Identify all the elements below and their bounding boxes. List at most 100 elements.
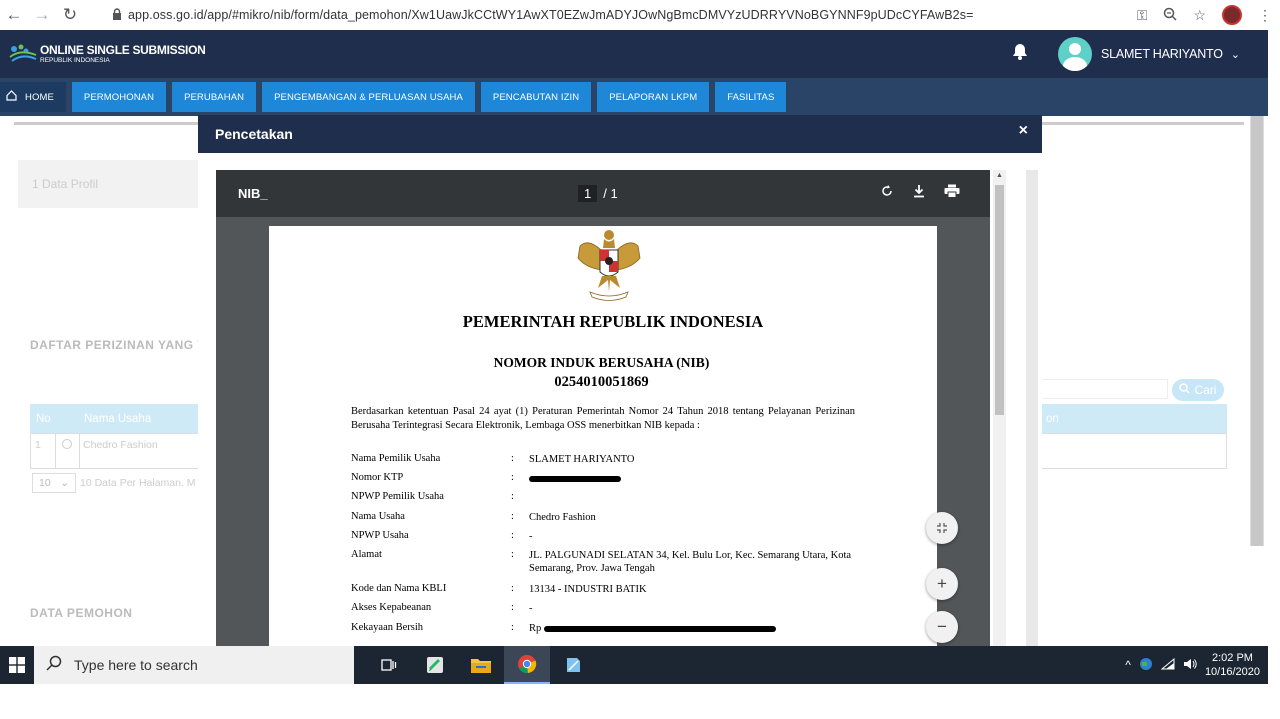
task-view-icon[interactable]	[366, 646, 412, 684]
col-no: No	[36, 412, 51, 425]
field-label: Alamat	[351, 549, 382, 560]
browser-profile-avatar[interactable]	[1222, 5, 1242, 25]
divider	[79, 434, 80, 468]
field-colon: :	[511, 530, 514, 541]
user-name[interactable]: SLAMET HARIYANTO	[1101, 47, 1223, 61]
home-icon	[6, 90, 17, 104]
garuda-emblem	[577, 230, 641, 301]
pdf-paragraph: Berdasarkan ketentuan Pasal 24 ayat (1) …	[351, 406, 855, 431]
chevron-down-icon[interactable]: ⌄	[1231, 48, 1240, 61]
nav-fasilitas[interactable]: FASILITAS	[715, 82, 787, 112]
col-nama-usaha: Nama Usaha	[84, 412, 152, 425]
nav-pencabutan-izin[interactable]: PENCABUTAN IZIN	[480, 82, 592, 112]
per-page-select[interactable]: 10 ⌄	[32, 473, 76, 493]
forward-arrow-icon[interactable]: →	[28, 5, 56, 25]
notebook-app-icon[interactable]	[550, 646, 596, 684]
modal-header: Pencetakan ×	[198, 115, 1042, 153]
lock-icon[interactable]	[112, 7, 122, 23]
kebab-menu-icon[interactable]: ⋮	[1258, 7, 1272, 24]
notification-bell-icon[interactable]	[1012, 43, 1028, 65]
field-label: Nomor KTP	[351, 472, 404, 483]
modal-title: Pencetakan	[215, 126, 293, 142]
pdf-title: NIB_	[238, 186, 268, 201]
download-icon[interactable]	[912, 184, 926, 202]
zoom-in-icon[interactable]: +	[926, 568, 958, 600]
col-right: on	[1046, 412, 1059, 425]
field-value	[529, 472, 859, 485]
page-total: / 1	[603, 186, 618, 201]
field-colon: :	[511, 491, 514, 502]
system-clock[interactable]: 2:02 PM 10/16/2020	[1205, 651, 1260, 679]
nav-pengembangan[interactable]: PENGEMBANGAN & PERLUASAN USAHA	[262, 82, 475, 112]
zoom-icon[interactable]	[1163, 7, 1177, 24]
bookmark-star-icon[interactable]: ☆	[1193, 7, 1206, 24]
file-explorer-icon[interactable]	[458, 646, 504, 684]
nav-permohonan[interactable]: PERMOHONAN	[71, 82, 167, 112]
close-icon[interactable]: ×	[1019, 122, 1028, 140]
back-arrow-icon[interactable]: ←	[0, 5, 28, 25]
per-page-info: 10 Data Per Halaman. M	[80, 477, 196, 489]
notepad-app-icon[interactable]	[412, 646, 458, 684]
nib-number: 0254010051869	[554, 374, 649, 390]
oss-logo[interactable]: ONLINE SINGLE SUBMISSION REPUBLIK INDONE…	[6, 43, 206, 65]
page-number-input[interactable]: 1	[578, 185, 598, 202]
divider	[55, 434, 56, 468]
windows-start-icon[interactable]	[0, 657, 34, 673]
volume-icon[interactable]	[1183, 658, 1197, 673]
fit-page-icon[interactable]	[926, 512, 958, 544]
scroll-up-arrow-icon[interactable]: ▲	[996, 172, 1003, 179]
field-value-text: Rp	[529, 623, 542, 634]
network-globe-icon[interactable]	[1139, 657, 1153, 674]
row-no: 1	[35, 439, 41, 451]
field-value: SLAMET HARIYANTO	[529, 454, 635, 465]
field-colon: :	[511, 453, 514, 464]
key-icon[interactable]: ⚿	[1137, 7, 1148, 24]
field-colon: :	[511, 602, 514, 613]
field-value: Rp	[529, 622, 859, 635]
print-icon[interactable]	[944, 184, 960, 202]
section-title-applicant: DATA PEMOHON	[30, 606, 133, 620]
nav-home[interactable]: HOME	[0, 82, 66, 112]
chevron-up-icon[interactable]: ^	[1125, 658, 1131, 672]
pdf-page: PEMERINTAH REPUBLIK INDONESIA NOMOR INDU…	[269, 226, 937, 646]
nav-perubahan[interactable]: PERUBAHAN	[172, 82, 257, 112]
viewer-scrollbar-thumb[interactable]	[995, 185, 1004, 415]
screen: { "browser": { "url": "app.oss.go.id/app…	[0, 0, 1280, 719]
search-button[interactable]: Cari	[1172, 379, 1224, 401]
taskbar-search-placeholder: Type here to search	[74, 657, 198, 673]
reload-icon[interactable]: ↻	[56, 5, 84, 25]
redaction-mark	[529, 475, 621, 482]
main-nav: HOME PERMOHONAN PERUBAHAN PENGEMBANGAN &…	[0, 78, 1268, 116]
oss-logo-icon	[9, 44, 37, 62]
user-avatar[interactable]	[1057, 37, 1092, 71]
nav-pelaporan-lkpm[interactable]: PELAPORAN LKPM	[597, 82, 710, 112]
rotate-icon[interactable]	[880, 184, 894, 202]
pdf-heading: PEMERINTAH REPUBLIK INDONESIA	[462, 312, 764, 331]
field-label: Akses Kepabeanan	[351, 602, 432, 613]
step-data-profil[interactable]: 1 Data Profil	[18, 160, 218, 208]
chrome-app-icon[interactable]	[504, 646, 550, 684]
nav-home-label: HOME	[25, 91, 54, 103]
field-value: JL. PALGUNADI SELATAN 34, Kel. Bulu Lor,…	[529, 550, 852, 574]
pdf-page-indicator: 1 / 1	[578, 185, 618, 202]
taskbar-search[interactable]: Type here to search	[34, 646, 354, 684]
field-label: Kekayaan Bersih	[351, 622, 424, 633]
search-button-label: Cari	[1194, 383, 1217, 397]
logo-subtitle: REPUBLIK INDONESIA	[40, 56, 110, 64]
search-icon	[1179, 383, 1191, 397]
field-colon: :	[511, 511, 514, 522]
row-radio[interactable]	[62, 439, 72, 449]
browser-toolbar: ← → ↻ app.oss.go.id/app/#mikro/nib/form/…	[0, 0, 1280, 30]
clock-date: 10/16/2020	[1204, 666, 1260, 678]
field-label: Nama Pemilik Usaha	[351, 453, 441, 464]
print-modal: Pencetakan × NIB_ 1 / 1 PEMERINTAH REPUB…	[198, 115, 1042, 646]
zoom-out-icon[interactable]: −	[926, 611, 958, 643]
modal-scrollbar[interactable]	[1026, 170, 1038, 646]
page-scrollbar-thumb[interactable]	[1251, 116, 1263, 546]
field-label: NPWP Pemilik Usaha	[351, 491, 444, 502]
field-colon: :	[511, 583, 514, 594]
field-colon: :	[511, 549, 514, 560]
address-bar[interactable]: app.oss.go.id/app/#mikro/nib/form/data_p…	[128, 8, 973, 22]
table-search-input[interactable]	[1040, 379, 1168, 399]
wifi-icon[interactable]	[1160, 657, 1175, 673]
